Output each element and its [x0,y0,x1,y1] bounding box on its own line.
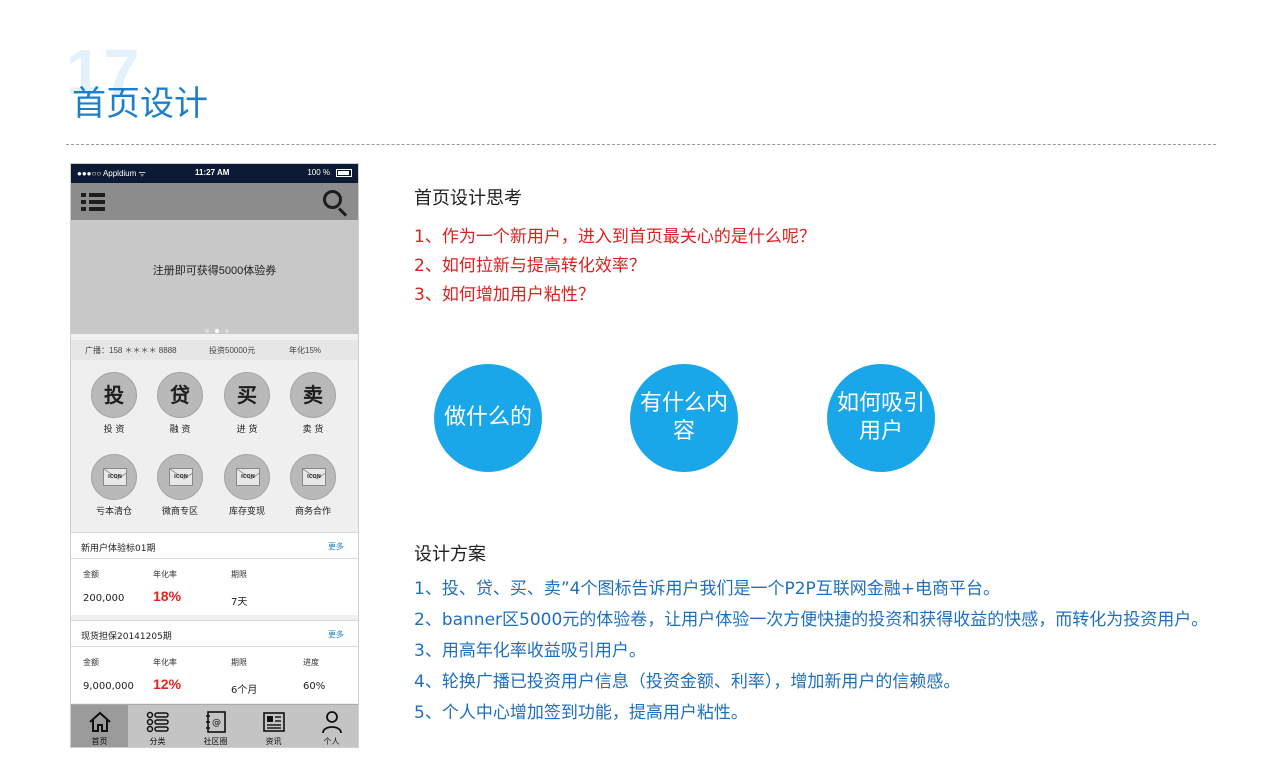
loan-icon: 贷 [157,372,203,418]
category-grid: 投 投 资 贷 融 资 买 进 货 卖 卖 货 ICON 亏本清仓 ICON 微… [71,362,358,527]
svg-text:@: @ [212,718,221,728]
sell-icon: 卖 [290,372,336,418]
search-icon[interactable] [323,190,349,217]
progress-label: 进度 [303,658,319,667]
app-header [71,183,358,220]
grid-item-inventory[interactable]: ICON 库存变现 [214,454,280,517]
home-icon [88,711,111,732]
plan-item: 2、banner区5000元的体验卷，让用户体验一次方便快捷的投资和获得收益的快… [414,610,1209,630]
banner-text: 注册即可获得5000体验券 [152,265,277,277]
community-icon: @ [205,711,226,733]
plan-item: 3、用高年化率收益吸引用户。 [414,641,646,661]
grid-label: 卖 货 [302,425,324,435]
grid-item-business[interactable]: ICON 商务合作 [280,454,346,517]
thinking-heading: 首页设计思考 [414,188,522,209]
status-bar: ●●●○○ Appldium ᯤ 11:27 AM 100 % [71,164,358,183]
tab-label: 资讯 [265,737,282,746]
banner-dot[interactable] [215,329,219,333]
menu-icon[interactable] [81,192,105,212]
plan-item: 4、轮换广播已投资用户信息（投资金额、利率），增加新用户的信赖感。 [414,672,961,692]
card-title: 现货担保20141205期 [81,632,172,642]
battery-percent: 100 % [307,168,330,177]
banner-dot[interactable] [225,329,229,333]
broadcast-amount: 投资50000元 [209,346,256,355]
grid-item-buy[interactable]: 买 进 货 [214,372,280,435]
grid-label: 商务合作 [294,507,331,517]
banner-pagination[interactable] [205,320,235,338]
more-link[interactable]: 更多 [328,541,344,552]
rate-value: 18% [153,588,182,604]
grid-label: 融 资 [169,425,191,435]
broadcast-ticker: 广播：158 ＊＊＊＊ 8888 投资50000元 年化15% [71,340,358,360]
amount-value: 200,000 [83,593,125,604]
question-item: 1、作为一个新用户，进入到首页最关心的是什么呢？ [414,227,816,247]
header-divider [66,144,1216,145]
tab-label: 个人 [323,737,340,746]
banner[interactable]: 注册即可获得5000体验券 [71,220,358,334]
rate-label: 年化率 [153,570,177,579]
tab-news[interactable]: 资讯 [245,705,302,747]
amount-value: 9,000,000 [83,681,134,692]
grid-label: 库存变现 [228,507,265,517]
bubble-what: 做什么的 [434,364,542,472]
grid-label: 微商专区 [161,507,198,517]
more-link[interactable]: 更多 [328,629,344,640]
grid-label: 投 资 [103,425,125,435]
grid-item-clearance[interactable]: ICON 亏本清仓 [81,454,147,517]
bubble-attract: 如何吸引用户 [827,364,935,472]
grid-item-microshop[interactable]: ICON 微商专区 [147,454,213,517]
bubble-content: 有什么内容 [630,364,738,472]
term-label: 期限 [231,658,247,667]
tab-community[interactable]: @ 社区圈 [187,705,244,747]
placeholder-icon: ICON [91,454,137,500]
term-value: 7天 [231,597,248,608]
tab-profile[interactable]: 个人 [303,705,358,747]
invest-icon: 投 [91,372,137,418]
tab-home[interactable]: 首页 [71,705,128,747]
plan-item: 1、投、贷、买、卖”4个图标告诉用户我们是一个P2P互联网金融+电商平台。 [414,579,1001,599]
amount-label: 金额 [83,658,99,667]
user-icon [321,711,342,734]
rate-label: 年化率 [153,658,177,667]
term-value: 6个月 [231,685,258,696]
grid-item-invest[interactable]: 投 投 资 [81,372,147,435]
product-card[interactable]: 现货担保20141205期 更多 金额 年化率 期限 进度 9,000,000 … [71,620,358,703]
phone-mockup: ●●●○○ Appldium ᯤ 11:27 AM 100 % 注册即可获得50… [70,163,359,748]
progress-value: 60% [303,681,326,692]
term-label: 期限 [231,570,247,579]
broadcast-rate: 年化15% [289,346,322,355]
grid-label: 进 货 [236,425,258,435]
plan-heading: 设计方案 [414,544,486,565]
tab-label: 分类 [149,737,166,746]
list-icon [146,711,169,733]
question-item: 3、如何增加用户粘性？ [414,285,595,305]
grid-item-sell[interactable]: 卖 卖 货 [280,372,346,435]
plan-item: 5、个人中心增加签到功能，提高用户粘性。 [414,703,748,723]
placeholder-icon: ICON [290,454,336,500]
battery-icon [336,169,352,177]
amount-label: 金额 [83,570,99,579]
question-item: 2、如何拉新与提高转化效率？ [414,256,646,276]
grid-label: 亏本清仓 [95,507,132,517]
plan-list: 1、投、贷、买、卖”4个图标告诉用户我们是一个P2P互联网金融+电商平台。 2、… [414,574,1208,729]
tab-label: 社区圈 [203,737,228,746]
broadcast-user: 广播：158 ＊＊＊＊ 8888 [85,346,177,355]
carrier-label: ●●●○○ Appldium ᯤ [77,169,146,178]
banner-dot[interactable] [205,329,209,333]
question-list: 1、作为一个新用户，进入到首页最关心的是什么呢？ 2、如何拉新与提高转化效率？ … [414,223,816,310]
page-title: 首页设计 [72,84,208,124]
buy-icon: 买 [224,372,270,418]
grid-item-loan[interactable]: 贷 融 资 [147,372,213,435]
placeholder-icon: ICON [224,454,270,500]
card-title: 新用户体验标01期 [81,544,156,554]
news-icon [262,712,285,732]
bottom-tab-bar: 首页 分类 @ 社区圈 资讯 个人 [71,704,358,747]
product-card[interactable]: 新用户体验标01期 更多 金额 年化率 期限 200,000 18% 7天 [71,532,358,615]
tab-label: 首页 [91,737,108,746]
status-time: 11:27 AM [195,168,230,177]
placeholder-icon: ICON [157,454,203,500]
rate-value: 12% [153,676,182,692]
tab-category[interactable]: 分类 [129,705,186,747]
